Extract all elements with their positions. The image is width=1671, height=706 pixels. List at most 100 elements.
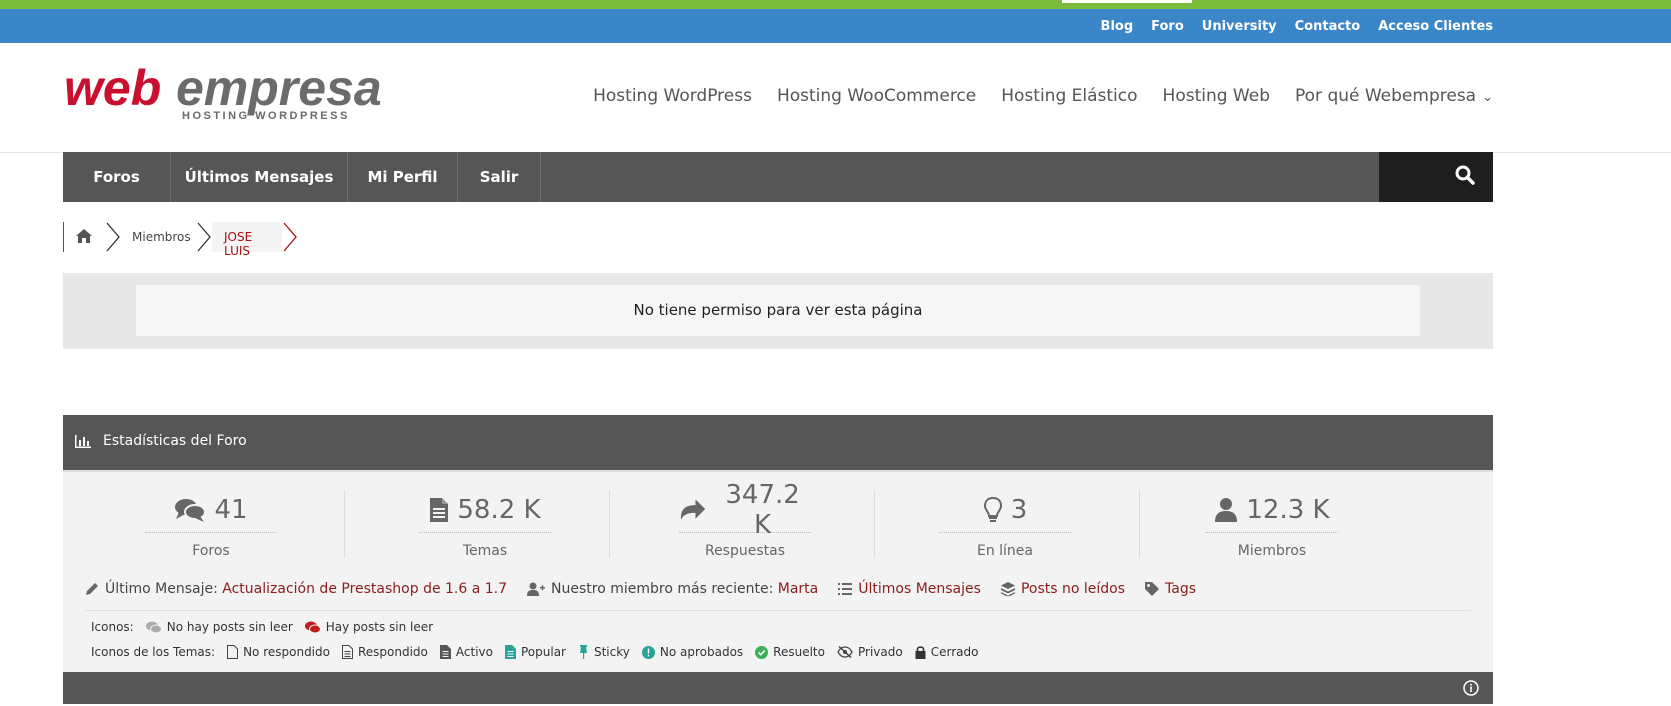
breadcrumb-end-icon [283,222,297,252]
forum-summary-row: Último Mensaje: Actualización de Prestas… [85,581,1196,597]
top-utility-bar: Blog Foro University Contacto Acceso Cli… [0,9,1671,43]
comments-red-icon [304,621,321,633]
stat-en-linea: 3 En línea [939,492,1071,559]
breadcrumb-home[interactable] [63,222,104,252]
home-icon [76,229,92,243]
eye-slash-icon [837,646,853,658]
topic-icon-popular: Popular [520,645,566,659]
breadcrumb-miembros[interactable]: Miembros [132,230,191,244]
stat-foros-value: 41 [214,495,248,525]
last-post-label: Último Mensaje: [105,581,218,597]
bar-chart-icon [75,435,91,448]
stat-temas-label: Temas [462,543,508,559]
forum-nav-salir[interactable]: Salir [458,152,541,202]
svg-text:empresa: empresa [176,60,382,116]
top-link-contacto[interactable]: Contacto [1295,19,1361,34]
user-icon [1215,498,1238,522]
topic-icon-privado: Privado [857,645,903,659]
nav-hosting-woocommerce[interactable]: Hosting WooCommerce [777,86,976,106]
latest-posts-link[interactable]: Últimos Mensajes [858,581,981,597]
top-link-foro[interactable]: Foro [1151,19,1184,34]
top-links: Blog Foro University Contacto Acceso Cli… [1101,9,1493,43]
forum-nav-mi-perfil[interactable]: Mi Perfil [348,152,458,202]
site-header: web empresa HOSTING WORDPRESS Hosting Wo… [0,43,1671,153]
stat-miembros-value: 12.3 K [1246,495,1330,525]
top-link-acceso-clientes[interactable]: Acceso Clientes [1378,19,1493,34]
permission-notice-text: No tiene permiso para ver esta página [136,285,1420,336]
topic-icon-respondido: Respondido [357,645,428,659]
nav-hosting-wordpress[interactable]: Hosting WordPress [593,86,752,106]
forum-stats-title: Estadísticas del Foro [103,433,247,449]
stat-foros: 41 Foros [145,492,277,559]
top-accent-bar [0,0,1671,9]
topic-icon-cerrado: Cerrado [930,645,979,659]
search-button[interactable] [1379,152,1493,202]
forum-nav-foros[interactable]: Foros [63,152,171,202]
list-icon [838,583,853,595]
stat-temas-value: 58.2 K [457,495,541,525]
stat-foros-label: Foros [192,543,230,559]
breadcrumb-separator-icon [197,222,211,252]
stat-divider [344,490,345,558]
stat-temas: 58.2 K Temas [419,492,551,559]
nav-por-que-label: Por qué Webempresa [1295,86,1477,106]
stat-respuestas: 347.2 K Respuestas [679,480,811,559]
nav-por-que-webempresa[interactable]: Por qué Webempresa ⌄ [1295,86,1493,106]
stat-respuestas-label: Respuestas [704,543,786,559]
top-accent-tab [1062,0,1192,3]
forum-nav-bar: Foros Últimos Mensajes Mi Perfil Salir [63,152,1493,202]
has-unread-label: Hay posts sin leer [325,620,434,634]
file-text-teal-icon [504,645,516,659]
reply-icon [680,499,706,520]
exclamation-circle-icon [641,645,655,659]
chevron-down-icon: ⌄ [1482,90,1493,105]
last-post-link[interactable]: Actualización de Prestashop de 1.6 a 1.7 [222,581,507,597]
main-nav: Hosting WordPress Hosting WooCommerce Ho… [593,86,1493,106]
comments-icon [175,499,207,522]
topic-icons-label: Iconos de los Temas: [91,645,216,659]
stat-miembros-label: Miembros [1237,543,1307,559]
no-unread-label: No hay posts sin leer [166,620,293,634]
forum-nav-ultimos-mensajes[interactable]: Últimos Mensajes [171,152,348,202]
stat-divider [1139,490,1140,558]
top-link-blog[interactable]: Blog [1101,19,1134,34]
forum-footer-bar [63,672,1493,704]
pencil-icon [86,583,98,595]
layers-icon [1000,582,1015,596]
check-circle-icon [755,645,769,659]
stat-en-linea-label: En línea [976,543,1033,559]
file-icon [430,498,449,522]
tag-icon [1145,582,1160,596]
comments-gray-icon [145,621,162,633]
file-outline-icon [227,645,239,659]
stat-divider [609,490,610,558]
webempresa-logo[interactable]: web empresa HOSTING WORDPRESS [64,55,404,125]
top-link-university[interactable]: University [1202,19,1277,34]
stat-miembros: 12.3 K Miembros [1206,492,1338,559]
stat-respuestas-value: 347.2 K [725,480,800,540]
topic-icon-resuelto: Resuelto [773,645,825,659]
file-text-outline-icon [341,645,353,659]
divider [85,610,1471,611]
lock-icon [915,646,926,659]
topic-icon-no-aprobados: No aprobados [659,645,744,659]
topic-icons-legend-row: Iconos de los Temas: No respondido Respo… [91,645,978,659]
newest-member-label: Nuestro miembro más reciente: [551,581,774,597]
svg-text:web: web [64,60,161,116]
info-icon[interactable] [1463,680,1479,696]
lightbulb-icon [983,496,1002,522]
tags-link[interactable]: Tags [1165,581,1196,597]
nav-hosting-web[interactable]: Hosting Web [1163,86,1270,106]
permission-notice: No tiene permiso para ver esta página [63,273,1493,349]
forum-stats-body: 41 Foros 58.2 K Temas 347.2 K Respuestas [63,472,1493,672]
user-plus-icon [527,582,546,596]
icons-legend-row: Iconos: No hay posts sin leer Hay posts … [91,620,433,634]
forum-stats-header: Estadísticas del Foro [63,415,1493,472]
topic-icon-sticky: Sticky [593,645,630,659]
nav-hosting-elastico[interactable]: Hosting Elástico [1001,86,1137,106]
file-text-icon [439,645,451,659]
unread-posts-link[interactable]: Posts no leídos [1021,581,1125,597]
search-icon [1455,165,1475,185]
breadcrumb-current: JOSE LUIS [224,230,253,258]
newest-member-link[interactable]: Marta [778,581,818,597]
